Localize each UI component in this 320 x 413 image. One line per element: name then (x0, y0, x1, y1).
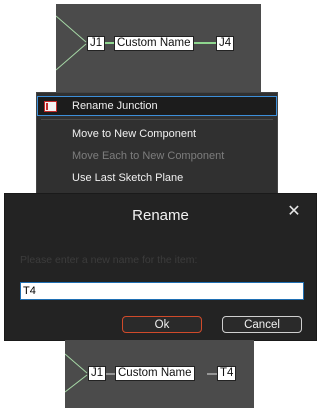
rename-dialog: Rename ✕ Please enter a new name for the… (4, 193, 317, 341)
menu-item-move-to-new-component[interactable]: Move to New Component (37, 124, 277, 144)
menu-separator (41, 119, 273, 120)
junction-node-t4[interactable]: T4 (217, 366, 237, 381)
menu-item-move-each-to-new-component: Move Each to New Component (37, 146, 277, 166)
dialog-prompt: Please enter a new name for the item: (20, 254, 198, 266)
cancel-button[interactable]: Cancel (222, 316, 302, 333)
menu-item-label: Move Each to New Component (72, 150, 225, 162)
junction-node-j1[interactable]: J1 (87, 36, 106, 51)
menu-item-use-last-sketch-plane[interactable]: Use Last Sketch Plane (37, 168, 277, 188)
context-menu: Rename Junction Move to New Component Mo… (36, 92, 278, 195)
menu-item-label: Use Last Sketch Plane (72, 172, 184, 184)
junction-node-j1[interactable]: J1 (88, 366, 107, 381)
rename-icon (44, 101, 57, 112)
ok-button[interactable]: Ok (122, 316, 202, 333)
close-icon[interactable]: ✕ (286, 204, 302, 220)
canvas-preview-top: J1 Custom Name J4 (56, 4, 261, 92)
custom-name-node[interactable]: Custom Name (115, 366, 195, 381)
menu-item-label: Rename Junction (72, 100, 158, 112)
menu-item-label: Move to New Component (72, 128, 197, 140)
junction-node-j4[interactable]: J4 (216, 36, 235, 51)
custom-name-node[interactable]: Custom Name (114, 36, 194, 51)
canvas-preview-bottom: J1 Custom Name T4 (65, 340, 254, 408)
name-input[interactable] (20, 282, 304, 300)
dialog-title: Rename (132, 207, 189, 224)
menu-item-rename-junction[interactable]: Rename Junction (37, 96, 277, 116)
